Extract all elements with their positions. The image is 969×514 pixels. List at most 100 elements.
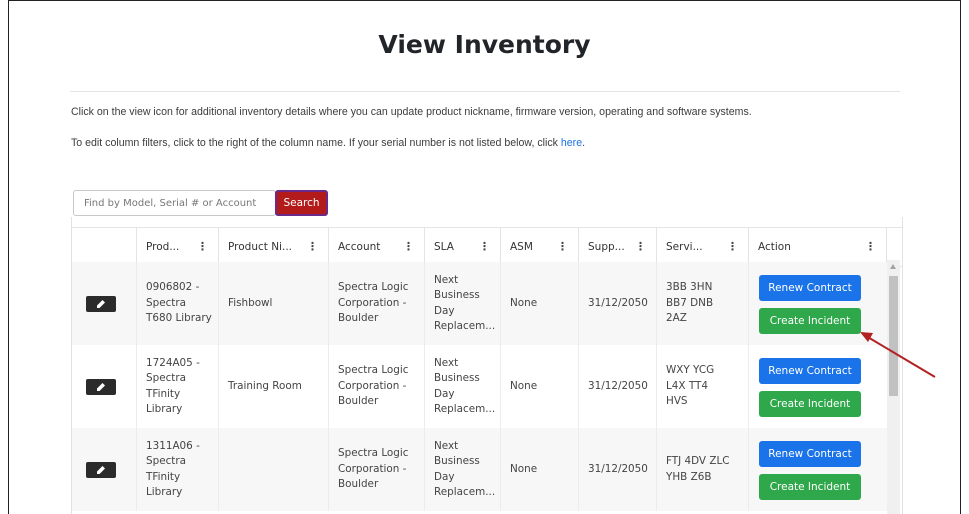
renew-contract-button[interactable]: Renew Contract xyxy=(759,358,861,384)
asm-text: None xyxy=(510,296,538,309)
kebab-menu-icon[interactable]: ⋮ xyxy=(557,240,568,253)
asm-text: None xyxy=(510,379,538,392)
service-code-text: FTJ 4DV ZLC YHB Z6B xyxy=(666,455,730,483)
table-row: 0906802 - Spectra T680 Library Fishbowl … xyxy=(72,262,887,345)
service-code-text: WXY YCG L4X TT4 HVS xyxy=(666,364,715,408)
sla-cell: Next Business Day Replacem... xyxy=(425,428,501,511)
edit-view-icon xyxy=(97,300,105,308)
kebab-menu-icon[interactable]: ⋮ xyxy=(727,240,738,253)
header-sla-label: SLA xyxy=(434,241,454,253)
header-support-label: Supp... xyxy=(588,241,625,253)
header-action-label: Action xyxy=(758,241,791,253)
sla-cell: Next Business Day Replacem... xyxy=(425,345,501,428)
action-cell: Renew Contract Create Incident xyxy=(749,262,887,345)
info-text-filters-prefix: To edit column filters, click to the rig… xyxy=(71,137,561,149)
header-sla[interactable]: SLA ⋮ xyxy=(425,227,501,267)
service-cell: FTJ 4DV ZLC YHB Z6B xyxy=(657,428,749,511)
view-button[interactable] xyxy=(86,462,116,478)
nickname-cell: Fishbowl xyxy=(219,262,329,345)
header-nickname[interactable]: Product Ni... ⋮ xyxy=(219,227,329,267)
sla-text: Next Business Day Replacem... xyxy=(434,439,496,499)
account-text: Spectra Logic Corporation - Boulder xyxy=(338,281,409,325)
account-text: Spectra Logic Corporation - Boulder xyxy=(338,447,409,491)
header-product[interactable]: Prod... ⋮ xyxy=(137,227,219,267)
sla-text: Next Business Day Replacem... xyxy=(434,273,496,333)
edit-view-icon xyxy=(97,466,105,474)
edit-view-icon xyxy=(97,383,105,391)
support-cell: 31/12/2050 xyxy=(579,428,657,511)
sla-cell: Next Business Day Replacem... xyxy=(425,262,501,345)
title-divider xyxy=(70,91,900,92)
kebab-menu-icon[interactable]: ⋮ xyxy=(479,240,490,253)
table-row: 1311A06 - Spectra TFinity Library Spectr… xyxy=(72,428,887,511)
header-asm-label: ASM xyxy=(510,241,533,253)
info-text-filters: To edit column filters, click to the rig… xyxy=(71,137,585,149)
account-cell: Spectra Logic Corporation - Boulder xyxy=(329,345,425,428)
here-link[interactable]: here xyxy=(561,137,582,149)
asm-text: None xyxy=(510,462,538,475)
header-account[interactable]: Account ⋮ xyxy=(329,227,425,267)
create-incident-button[interactable]: Create Incident xyxy=(759,391,861,417)
account-cell: Spectra Logic Corporation - Boulder xyxy=(329,262,425,345)
account-cell: Spectra Logic Corporation - Boulder xyxy=(329,428,425,511)
product-text: 1724A05 - Spectra TFinity Library xyxy=(146,356,200,416)
scroll-up-arrow-icon[interactable] xyxy=(890,264,896,269)
view-cell xyxy=(72,428,137,511)
header-product-label: Prod... xyxy=(146,241,180,253)
header-account-label: Account xyxy=(338,241,381,253)
header-support[interactable]: Supp... ⋮ xyxy=(579,227,657,267)
nickname-text: Training Room xyxy=(228,379,302,392)
product-cell: 1311A06 - Spectra TFinity Library xyxy=(137,428,219,511)
kebab-menu-icon[interactable]: ⋮ xyxy=(403,240,414,253)
header-asm[interactable]: ASM ⋮ xyxy=(501,227,579,267)
support-cell: 31/12/2050 xyxy=(579,262,657,345)
service-cell: 3BB 3HN BB7 DNB 2AZ xyxy=(657,262,749,345)
create-incident-button[interactable]: Create Incident xyxy=(759,474,861,500)
service-cell: WXY YCG L4X TT4 HVS xyxy=(657,345,749,428)
asm-cell: None xyxy=(501,345,579,428)
renew-contract-button[interactable]: Renew Contract xyxy=(759,441,861,467)
asm-cell: None xyxy=(501,428,579,511)
account-text: Spectra Logic Corporation - Boulder xyxy=(338,364,409,408)
page-title: View Inventory xyxy=(378,30,591,59)
product-cell: 0906802 - Spectra T680 Library xyxy=(137,262,219,345)
service-code-text: 3BB 3HN BB7 DNB 2AZ xyxy=(666,281,714,325)
table-scrollbar[interactable] xyxy=(887,260,900,514)
support-cell: 31/12/2050 xyxy=(579,345,657,428)
view-button[interactable] xyxy=(86,379,116,395)
support-date-text: 31/12/2050 xyxy=(588,379,648,392)
kebab-menu-icon[interactable]: ⋮ xyxy=(865,240,876,253)
sla-text: Next Business Day Replacem... xyxy=(434,356,496,416)
renew-contract-button[interactable]: Renew Contract xyxy=(759,275,861,301)
scrollbar-thumb[interactable] xyxy=(889,276,898,396)
asm-cell: None xyxy=(501,262,579,345)
action-cell: Renew Contract Create Incident xyxy=(749,428,887,511)
header-action[interactable]: Action ⋮ xyxy=(749,227,887,267)
kebab-menu-icon[interactable]: ⋮ xyxy=(635,240,646,253)
product-text: 0906802 - Spectra T680 Library xyxy=(146,281,212,325)
view-button[interactable] xyxy=(86,296,116,312)
action-cell: Renew Contract Create Incident xyxy=(749,345,887,428)
header-view xyxy=(72,227,137,267)
create-incident-button[interactable]: Create Incident xyxy=(759,308,861,334)
header-service[interactable]: Servi... ⋮ xyxy=(657,227,749,267)
header-nickname-label: Product Ni... xyxy=(228,241,292,253)
table-row: 1724A05 - Spectra TFinity Library Traini… xyxy=(72,345,887,428)
info-text-filters-suffix: . xyxy=(582,137,586,149)
search-button[interactable]: Search xyxy=(275,190,328,216)
search-input[interactable] xyxy=(73,190,276,216)
nickname-cell xyxy=(219,428,329,511)
nickname-cell: Training Room xyxy=(219,345,329,428)
header-service-label: Servi... xyxy=(666,241,703,253)
kebab-menu-icon[interactable]: ⋮ xyxy=(197,240,208,253)
nickname-text: Fishbowl xyxy=(228,296,273,309)
info-text-view: Click on the view icon for additional in… xyxy=(71,106,752,118)
support-date-text: 31/12/2050 xyxy=(588,462,648,475)
view-cell xyxy=(72,345,137,428)
kebab-menu-icon[interactable]: ⋮ xyxy=(307,240,318,253)
inventory-table: Prod... ⋮ Product Ni... ⋮ Account ⋮ SLA ⋮ AS… xyxy=(71,217,903,514)
product-text: 1311A06 - Spectra TFinity Library xyxy=(146,439,200,499)
support-date-text: 31/12/2050 xyxy=(588,296,648,309)
view-cell xyxy=(72,262,137,345)
product-cell: 1724A05 - Spectra TFinity Library xyxy=(137,345,219,428)
